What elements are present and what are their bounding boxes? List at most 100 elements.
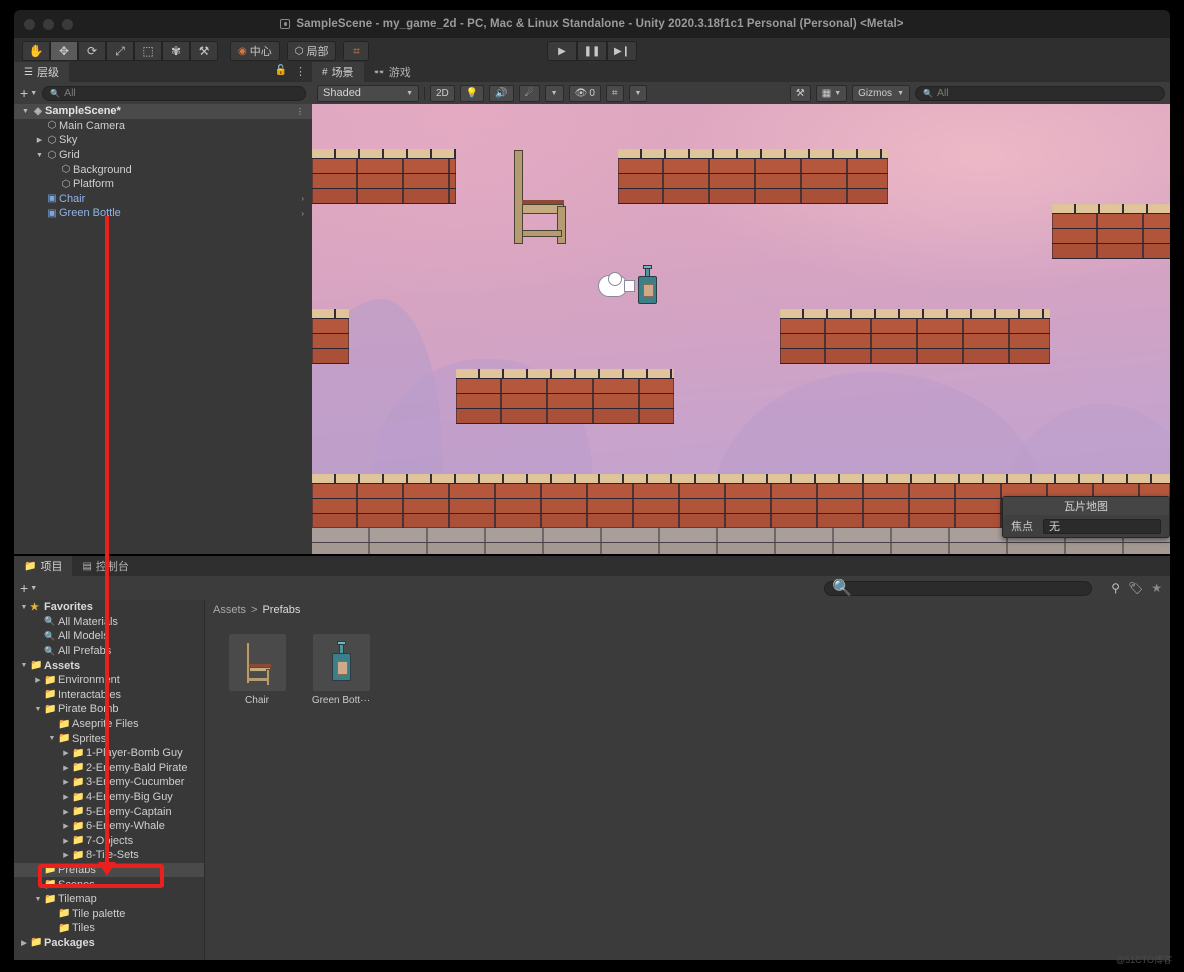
project-tree-row-4-enemy-big-guy[interactable]: ▶ 📁 4-Enemy-Big Guy xyxy=(14,790,204,805)
create-asset-button[interactable]: + ▼ xyxy=(20,580,37,596)
step-button[interactable]: ▶❙ xyxy=(607,41,637,61)
tab-hierarchy[interactable]: ☰ 层级 xyxy=(14,62,69,82)
chevron-down-icon[interactable]: ▼ xyxy=(46,735,58,742)
hierarchy-row-background[interactable]: ⬡ Background xyxy=(14,162,312,177)
scene-camera-button[interactable]: ▦ ▼ xyxy=(815,84,848,102)
project-tree-row-all-models[interactable]: 🔍 All Models xyxy=(14,629,204,644)
close-button[interactable] xyxy=(24,19,35,30)
move-tool-button[interactable]: ✥ xyxy=(50,41,78,61)
open-prefab-icon[interactable]: › xyxy=(301,194,304,203)
toggle-2d-button[interactable]: 2D xyxy=(430,84,455,102)
chevron-right-icon[interactable]: ▶ xyxy=(60,778,72,786)
open-prefab-icon[interactable]: › xyxy=(301,209,304,218)
scene-tools-button[interactable]: ⚒ xyxy=(789,84,811,102)
chevron-down-icon[interactable]: ▼ xyxy=(32,706,44,713)
project-tree-row-3-enemy-cucumber[interactable]: ▶ 📁 3-Enemy-Cucumber xyxy=(14,775,204,790)
scene-canvas[interactable]: 瓦片地图 焦点 无 xyxy=(312,104,1170,554)
hierarchy-row-green-bottle[interactable]: ▣ Green Bottle › xyxy=(14,206,312,221)
label-icon[interactable]: 🏷 xyxy=(1128,581,1143,595)
hierarchy-row-main-camera[interactable]: ⬡ Main Camera xyxy=(14,119,312,134)
project-tree-row-interactables[interactable]: 📁 Interactables xyxy=(14,688,204,703)
asset-item-chair[interactable]: Chair xyxy=(223,634,291,706)
hierarchy-row-chair[interactable]: ▣ Chair › xyxy=(14,192,312,207)
project-tree-row-sprites[interactable]: ▼ 📁 Sprites xyxy=(14,731,204,746)
chevron-down-icon[interactable]: ▼ xyxy=(18,662,30,669)
project-tree-row-packages[interactable]: ▶ 📁 Packages xyxy=(14,936,204,951)
create-object-button[interactable]: + ▼ xyxy=(20,85,37,101)
project-tree-row-5-enemy-captain[interactable]: ▶ 📁 5-Enemy-Captain xyxy=(14,804,204,819)
tab-game[interactable]: 👓 游戏 xyxy=(363,62,421,82)
project-tree-row-tilemap[interactable]: ▼ 📁 Tilemap xyxy=(14,892,204,907)
chevron-down-icon[interactable]: ▼ xyxy=(18,604,30,611)
project-tree-row-aseprite-files[interactable]: 📁 Aseprite Files xyxy=(14,717,204,732)
effects-button[interactable]: ☄ xyxy=(518,84,540,102)
chevron-right-icon[interactable]: ▶ xyxy=(60,793,72,801)
project-tree-row-favorites[interactable]: ▼ ★ Favorites xyxy=(14,600,204,615)
chevron-down-icon[interactable]: ▼ xyxy=(20,108,31,115)
scene-visibility-dropdown[interactable]: ▼ xyxy=(628,84,648,102)
project-tree-row-7-objects[interactable]: ▶ 📁 7-Objects xyxy=(14,834,204,849)
project-tree-row-tile-palette[interactable]: 📁 Tile palette xyxy=(14,906,204,921)
hierarchy-row-sky[interactable]: ▶ ⬡ Sky xyxy=(14,133,312,148)
chevron-down-icon[interactable]: ▼ xyxy=(34,152,45,159)
green-bottle-object[interactable] xyxy=(637,265,659,305)
maximize-button[interactable] xyxy=(62,19,73,30)
asset-filter-icon[interactable]: ⚲ xyxy=(1111,581,1120,595)
project-tree-row-8-tile-sets[interactable]: ▶ 📁 8-Tile-Sets xyxy=(14,848,204,863)
chair-object[interactable] xyxy=(510,150,570,245)
chevron-right-icon[interactable]: ▶ xyxy=(18,939,30,947)
chevron-right-icon[interactable]: ▶ xyxy=(34,136,45,144)
lock-icon[interactable]: 🔓 xyxy=(275,65,287,78)
chevron-right-icon[interactable]: ▶ xyxy=(60,764,72,772)
project-tree-row-all-materials[interactable]: 🔍 All Materials xyxy=(14,615,204,630)
effects-dropdown[interactable]: ▼ xyxy=(544,84,564,102)
chevron-right-icon[interactable]: ▶ xyxy=(60,837,72,845)
toggle-lighting-button[interactable]: 💡 xyxy=(459,84,485,102)
row-menu-icon[interactable]: ⋮ xyxy=(296,107,304,116)
chevron-right-icon[interactable]: ▶ xyxy=(60,808,72,816)
pivot-mode-button[interactable]: ◉ 中心 xyxy=(230,41,280,61)
custom-tool-button[interactable]: ⚒ xyxy=(190,41,218,61)
chevron-right-icon[interactable]: ▶ xyxy=(32,676,44,684)
scale-tool-button[interactable]: ⤢ xyxy=(106,41,134,61)
tab-scene[interactable]: # 场景 xyxy=(312,62,364,82)
chevron-right-icon[interactable]: ▶ xyxy=(60,822,72,830)
chevron-right-icon[interactable]: ▶ xyxy=(60,749,72,757)
hand-tool-button[interactable]: ✋ xyxy=(22,41,50,61)
pause-button[interactable]: ❚❚ xyxy=(577,41,607,61)
favorite-star-icon[interactable]: ★ xyxy=(1151,581,1162,595)
project-tree-row-pirate-bomb[interactable]: ▼ 📁 Pirate Bomb xyxy=(14,702,204,717)
hierarchy-search-input[interactable]: 🔍 All xyxy=(42,85,306,101)
project-tree-row-6-enemy-whale[interactable]: ▶ 📁 6-Enemy-Whale xyxy=(14,819,204,834)
asset-item-green-bottle[interactable]: Green Bott··· xyxy=(307,634,375,706)
rect-tool-button[interactable]: ⬚ xyxy=(134,41,162,61)
transform-tool-button[interactable]: ✾ xyxy=(162,41,190,61)
breadcrumb-root[interactable]: Assets xyxy=(213,604,246,616)
project-tree-row-tiles[interactable]: 📁 Tiles xyxy=(14,921,204,936)
tab-project[interactable]: 📁 项目 xyxy=(14,556,73,576)
project-tree-row-all-prefabs[interactable]: 🔍 All Prefabs xyxy=(14,644,204,659)
project-tree-row-1-player-bomb-guy[interactable]: ▶ 📁 1-Player-Bomb Guy xyxy=(14,746,204,761)
window-controls[interactable] xyxy=(24,19,73,30)
hierarchy-row-grid[interactable]: ▼ ⬡ Grid xyxy=(14,148,312,163)
toggle-audio-button[interactable]: 🔊 xyxy=(489,84,514,102)
chevron-right-icon[interactable]: ▶ xyxy=(60,851,72,859)
more-menu-icon[interactable]: ⋮ xyxy=(295,65,306,78)
project-tree-row-environment[interactable]: ▶ 📁 Environment xyxy=(14,673,204,688)
gizmos-button[interactable]: Gizmos ▼ xyxy=(852,84,910,102)
grid-snap-button[interactable]: ⌗ xyxy=(343,41,370,61)
hierarchy-row-samplescene[interactable]: ▼ ◈ SampleScene* ⋮ xyxy=(14,104,312,119)
project-search-input[interactable]: 🔍 xyxy=(824,580,1092,597)
pivot-rotation-button[interactable]: ⬡ 局部 xyxy=(286,41,337,61)
chevron-down-icon[interactable]: ▼ xyxy=(32,896,44,903)
minimize-button[interactable] xyxy=(43,19,54,30)
project-tree-row-assets[interactable]: ▼ 📁 Assets xyxy=(14,658,204,673)
tilemap-focus-value[interactable]: 无 xyxy=(1043,518,1161,534)
draw-mode-dropdown[interactable]: Shaded ▼ xyxy=(317,84,419,102)
scene-visibility-button[interactable]: ⌗ xyxy=(605,84,624,102)
hierarchy-row-platform[interactable]: ⬡ Platform xyxy=(14,177,312,192)
rotate-tool-button[interactable]: ⟳ xyxy=(78,41,106,61)
scene-search-input[interactable]: 🔍 All xyxy=(915,85,1165,101)
hidden-objects-button[interactable]: 👁 0 xyxy=(568,84,601,102)
project-tree-row-2-enemy-bald-pirate[interactable]: ▶ 📁 2-Enemy-Bald Pirate xyxy=(14,761,204,776)
